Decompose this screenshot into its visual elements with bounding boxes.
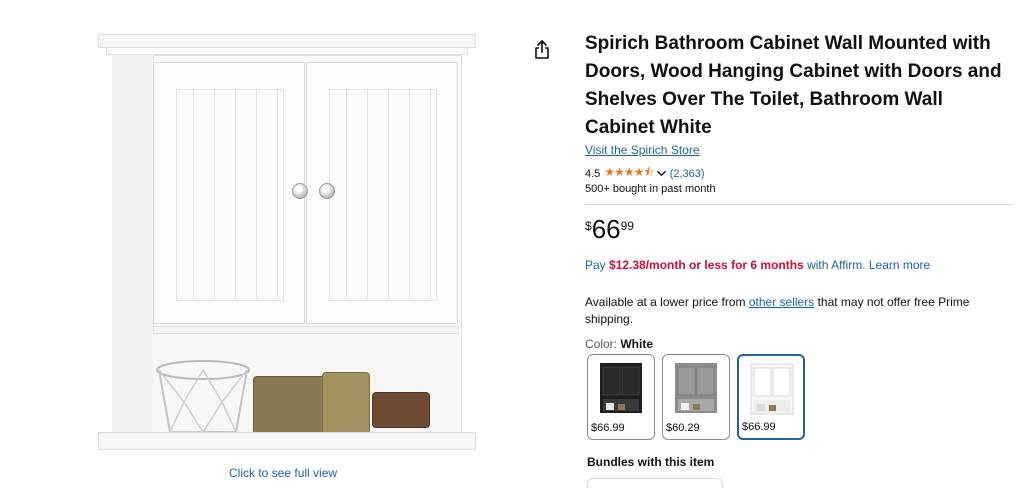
divider [585,204,1013,205]
swatch-price: $60.29 [666,422,700,434]
bundles-heading: Bundles with this item [587,455,715,469]
full-view-link[interactable]: Click to see full view [229,466,337,480]
bundle-item-card[interactable] [587,478,723,488]
bought-count: 500+ bought in past month [585,183,716,195]
color-swatch-gray[interactable]: $60.29 [662,354,730,440]
chevron-down-icon[interactable] [656,169,666,178]
door-knob [319,183,335,199]
product-title: Spirich Bathroom Cabinet Wall Mounted wi… [585,33,1002,138]
rating-row: 4.5 ★★★★⯪ (2,363) [585,163,705,184]
decor-block [372,392,430,428]
swatch-price: $66.99 [591,422,625,434]
cabinet-crown-molding [98,34,476,48]
affirm-financing[interactable]: Pay $12.38/month or less for 6 months wi… [585,258,930,272]
store-link[interactable]: Visit the Spirich Store [585,143,700,157]
color-label: Color: White [585,337,653,351]
decor-block [253,376,329,434]
lower-price-notice: Available at a lower price from other se… [585,294,985,328]
share-icon[interactable] [533,40,551,60]
affirm-prefix: Pay [585,258,610,272]
color-swatch-white[interactable]: $66.99 [737,354,805,440]
color-label-text: Color: [585,337,621,351]
price-whole: 66 [591,214,621,244]
door-panel [329,89,437,301]
swatch-price: $66.99 [742,421,776,433]
cabinet-side [112,55,154,450]
color-swatches: $66.99 $60.29 $66.99 [587,354,805,440]
cabinet-shelf-top [153,326,459,334]
wire-basket-image [156,360,250,434]
rating-value: 4.5 [585,167,601,180]
lower-price-prefix: Available at a lower price from [585,295,749,309]
selected-color: White [620,337,654,351]
door-panel [176,89,284,301]
cabinet-door-left [153,62,305,324]
review-count-link[interactable]: (2,363) [670,168,705,180]
color-swatch-black[interactable]: $66.99 [587,354,655,440]
cabinet-base [98,432,476,450]
swatch-cabinet-image [750,363,794,415]
star-rating-icon[interactable]: ★★★★⯪ [604,163,654,184]
decor-block [322,372,370,434]
swatch-cabinet-image [600,363,642,413]
price: $ 66 99 [585,216,634,242]
product-main-image[interactable] [90,28,490,458]
price-fraction: 99 [620,219,634,233]
cabinet-crown-trim [106,47,468,55]
affirm-amount: $12.38/month or less for 6 months [609,258,804,272]
affirm-learn-more[interactable]: with Affirm. Learn more [804,258,930,272]
price-symbol: $ [585,219,592,233]
swatch-cabinet-image [675,363,717,413]
door-knob [292,183,308,199]
other-sellers-link[interactable]: other sellers [749,295,814,309]
